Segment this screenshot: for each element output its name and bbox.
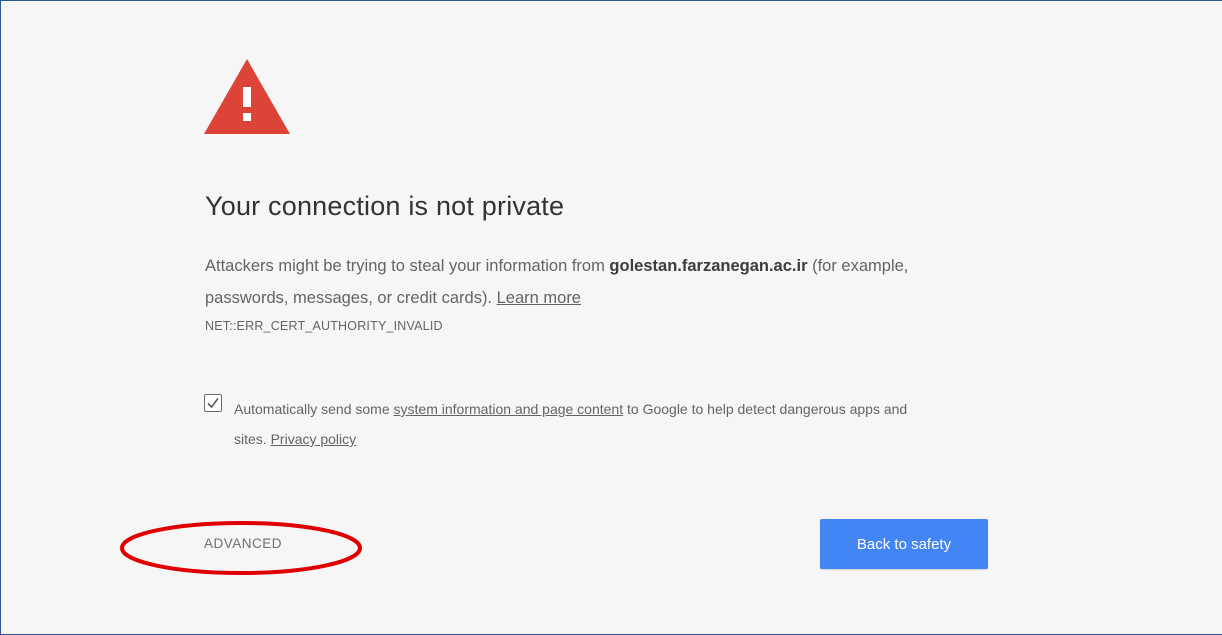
privacy-policy-link[interactable]: Privacy policy [271,431,357,447]
page-title: Your connection is not private [205,191,565,221]
learn-more-link[interactable]: Learn more [497,289,581,307]
domain-name: golestan.farzanegan.ac.ir [609,257,808,275]
interstitial-page: Your connection is not private Attackers… [0,0,1222,635]
warning-triangle-icon [204,59,290,134]
error-code: NET::ERR_CERT_AUTHORITY_INVALID [205,319,443,333]
system-info-link[interactable]: system information and page content [394,401,624,417]
advanced-button[interactable]: ADVANCED [204,536,282,551]
warning-description: Attackers might be trying to steal your … [205,250,995,314]
back-to-safety-button[interactable]: Back to safety [820,519,988,569]
description-text: Attackers might be trying to steal your … [205,257,610,275]
send-info-label: Automatically send some system informati… [234,394,934,454]
send-info-checkbox[interactable] [204,394,222,412]
checkmark-icon [207,398,219,409]
opt-in-text: Automatically send some [234,401,394,417]
